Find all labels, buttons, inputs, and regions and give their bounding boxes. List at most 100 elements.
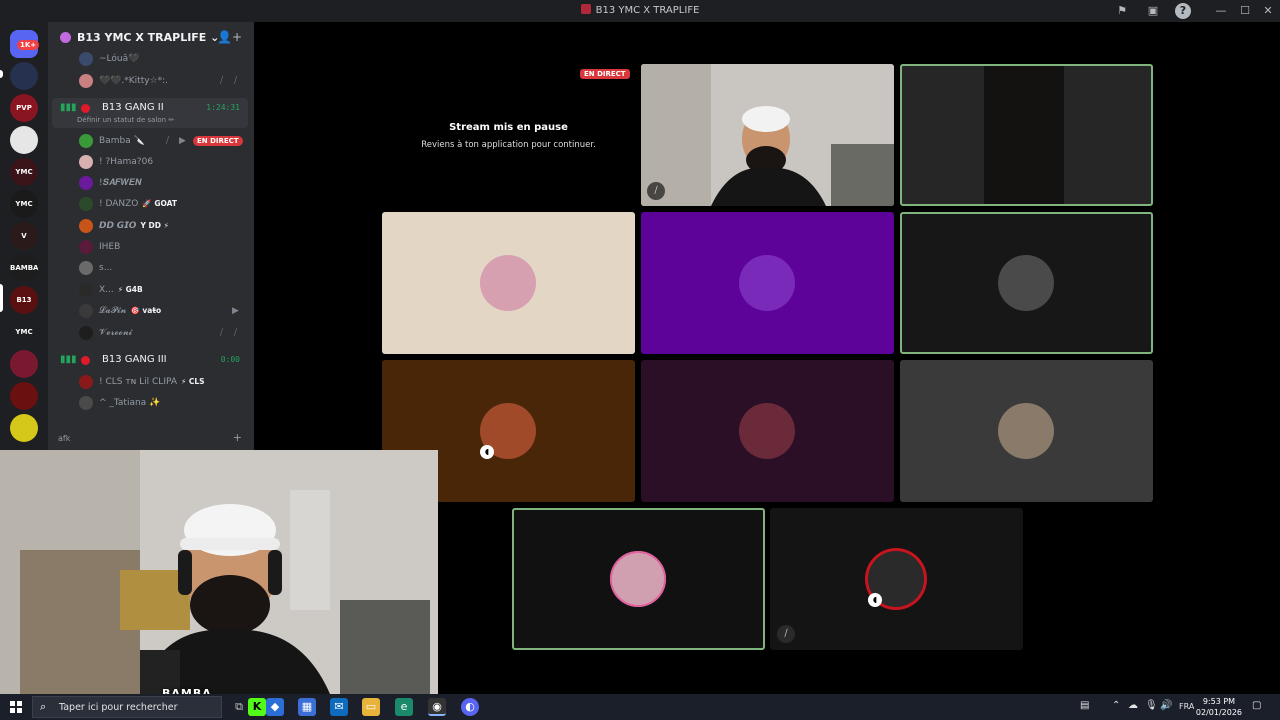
edge-icon[interactable]: e — [395, 698, 413, 716]
widgets-icon[interactable]: ▤ — [1080, 700, 1089, 711]
member-name: 𝓛𝓪𝓟𝓲𝓷 🎯 vaŧo — [99, 306, 161, 316]
server-13-icon[interactable] — [10, 414, 38, 442]
member-name-text: IHEB — [99, 242, 121, 252]
voice-member-row[interactable]: s... — [48, 258, 254, 279]
title-bar: B13 YMC X TRAPLIFE ⚑ ▣ ? — ☐ ✕ — [0, 0, 1280, 22]
voice-member-row[interactable]: Bamba 🔪 ⧸ ▶ EN DIRECT — [48, 131, 254, 152]
display-icon[interactable]: ▣ — [1145, 3, 1161, 19]
participant-avatar — [998, 403, 1054, 459]
member-name: ! CLS ᴛɴ Lil CLIPA ⚡ CLS — [99, 377, 205, 387]
close-button[interactable]: ✕ — [1258, 2, 1278, 20]
task-view-icon[interactable]: ⧉ — [230, 698, 248, 716]
voice-member-row[interactable]: 𝓥𝓮𝓻𝓸𝓸𝓷𝓲 ⧸ ⧸ — [48, 323, 254, 344]
notifications-icon[interactable]: ▢ — [1252, 700, 1261, 711]
server-b13-icon[interactable]: B13 — [10, 286, 38, 314]
tile-camera-dark[interactable] — [900, 64, 1153, 206]
network-icon[interactable]: ☁ — [1128, 700, 1138, 711]
voice-member-row[interactable]: IHEB — [48, 237, 254, 258]
member-name-text: ! DANZO — [99, 199, 139, 209]
voice-channel-voice_1[interactable]: ▮▮▮ B13 GANG II 1:24:31 Définir un statut d… — [52, 98, 248, 128]
server-ymc-icon[interactable]: YMC — [10, 190, 38, 218]
voice-channel-name: B13 GANG II — [102, 102, 164, 113]
voice-member-row[interactable]: 𝓛𝓪𝓟𝓲𝓷 🎯 vaŧo ▶ — [48, 301, 254, 322]
store-icon[interactable]: ▦ — [298, 698, 316, 716]
member-name-text: Bamba 🔪 — [99, 136, 145, 146]
tile-hello-kitty[interactable] — [382, 212, 635, 354]
voice-member-row[interactable]: ~Lóuâ🖤 — [48, 49, 254, 70]
tile-darkpurple[interactable] — [641, 360, 894, 502]
category-afk[interactable]: afk — [58, 434, 70, 443]
voice-member-row[interactable]: ! CLS ᴛɴ Lil CLIPA ⚡ CLS — [48, 372, 254, 393]
server-ymc-roleplay-icon[interactable]: YMC — [10, 158, 38, 186]
outlook-icon[interactable]: ✉ — [330, 698, 348, 716]
obs-icon[interactable]: ◉ — [428, 698, 446, 716]
server-v-icon[interactable]: V — [10, 222, 38, 250]
notification-badge: 1K+ — [17, 40, 40, 50]
voice-member-row[interactable]: X... ⚡ G4B — [48, 280, 254, 301]
voice-member-row[interactable]: ! DANZO 🚀 GOAT — [48, 194, 254, 215]
member-name: s... — [99, 263, 112, 273]
server-bamba-icon[interactable]: BAMBA — [10, 254, 38, 282]
clock-date: 02/01/2026 — [1195, 708, 1242, 717]
discord-taskbar-icon[interactable]: ◐ — [461, 698, 479, 716]
tile-bw-avatar[interactable] — [900, 212, 1153, 354]
member-name-text: X... — [99, 285, 114, 295]
tile-gray[interactable] — [900, 360, 1153, 502]
help-icon[interactable]: ? — [1175, 3, 1191, 19]
windows-taskbar: ⌕ Taper ici pour rechercher ⧉ K ◆ ▦ ✉ ▭ … — [0, 694, 1280, 720]
server-list: PVP YMC YMC V BAMBA B13 YMC 1K+ — [0, 22, 48, 450]
voice-channel-timer: 0:00 — [220, 355, 240, 364]
voice-member-row[interactable]: 🖤🖤.*Kitty☆*:. ⧸ ⧸ — [48, 71, 254, 92]
app-icon[interactable]: ◆ — [266, 698, 284, 716]
file-explorer-icon[interactable]: ▭ — [362, 698, 380, 716]
voice-member-row[interactable]: ! ?Hama?06 — [48, 152, 254, 173]
tile-webcam-bamba[interactable]: ⧸ — [641, 64, 894, 206]
guild-name-text: B13 YMC X TRAPLIFE — [77, 31, 207, 44]
add-channel-icon[interactable]: + — [233, 431, 242, 444]
voice-channel-name: B13 GANG III — [102, 354, 167, 365]
kick-app-icon[interactable]: K — [248, 698, 266, 716]
deafened-icon: ⧸ — [234, 76, 238, 86]
chevron-up-icon[interactable]: ⌃ — [1112, 700, 1120, 711]
server-pvp-icon[interactable]: PVP — [10, 94, 38, 122]
tile-purple[interactable] — [641, 212, 894, 354]
avatar — [79, 134, 93, 148]
member-name-text: ~Lóuâ🖤 — [99, 54, 140, 64]
member-name: 𝘿𝘿 𝙂𝙄𝙊 Y DD ⚡ — [99, 221, 169, 231]
member-name: 𝓥𝓮𝓻𝓸𝓸𝓷𝓲 — [99, 328, 132, 338]
server-1-icon[interactable] — [10, 62, 38, 90]
tile-redring[interactable]: ◖ ⧸ — [770, 508, 1023, 650]
avatar — [79, 261, 93, 275]
participant-avatar — [480, 255, 536, 311]
avatar — [79, 240, 93, 254]
voice-channel-voice_2[interactable]: ▮▮▮ B13 GANG III 0:00 — [52, 350, 248, 370]
microphone-icon[interactable]: 🎙 — [1145, 700, 1158, 711]
paused-stream-tile[interactable]: Stream mis en pause Reviens à ton applica… — [382, 64, 635, 206]
windows-start-icon[interactable] — [10, 701, 22, 713]
streamer-webcam-overlay — [0, 450, 438, 694]
server-ymc-2-icon[interactable]: YMC — [10, 318, 38, 346]
voice-member-row[interactable]: ^ _Tatiana ✨ — [48, 393, 254, 414]
camera-feed — [984, 66, 1064, 204]
volume-icon[interactable]: 🔊 — [1160, 700, 1172, 711]
inbox-flag-icon[interactable]: ⚑ — [1114, 3, 1130, 19]
server-4-icon[interactable] — [10, 126, 38, 154]
muted-icon: ⧸ — [220, 76, 224, 86]
live-badge: EN DIRECT — [193, 136, 243, 146]
voice-member-row[interactable]: 𝘿𝘿 𝙂𝙄𝙊 Y DD ⚡ — [48, 216, 254, 237]
member-tag: ⚡ G4B — [117, 285, 143, 294]
taskbar-clock[interactable]: 9:53 PM 02/01/2026 — [1196, 696, 1242, 718]
taskbar-search-input[interactable]: ⌕ Taper ici pour rechercher — [32, 696, 222, 718]
tile-anime[interactable] — [512, 508, 765, 650]
voice-member-row[interactable]: !𝑺𝑨𝑭𝑾𝑬𝑵 — [48, 173, 254, 194]
invite-people-icon[interactable]: 👤+ — [217, 30, 242, 44]
member-name-text: s... — [99, 263, 113, 273]
server-outerside-icon[interactable] — [10, 382, 38, 410]
maximize-button[interactable]: ☐ — [1235, 2, 1255, 20]
participant-avatar — [998, 255, 1054, 311]
language-indicator[interactable]: FRA — [1179, 702, 1194, 711]
set-channel-status-button[interactable]: Définir un statut de salon ✏ — [77, 116, 174, 124]
minimize-button[interactable]: — — [1211, 2, 1231, 20]
server-11-icon[interactable] — [10, 350, 38, 378]
server-icon — [580, 4, 591, 14]
